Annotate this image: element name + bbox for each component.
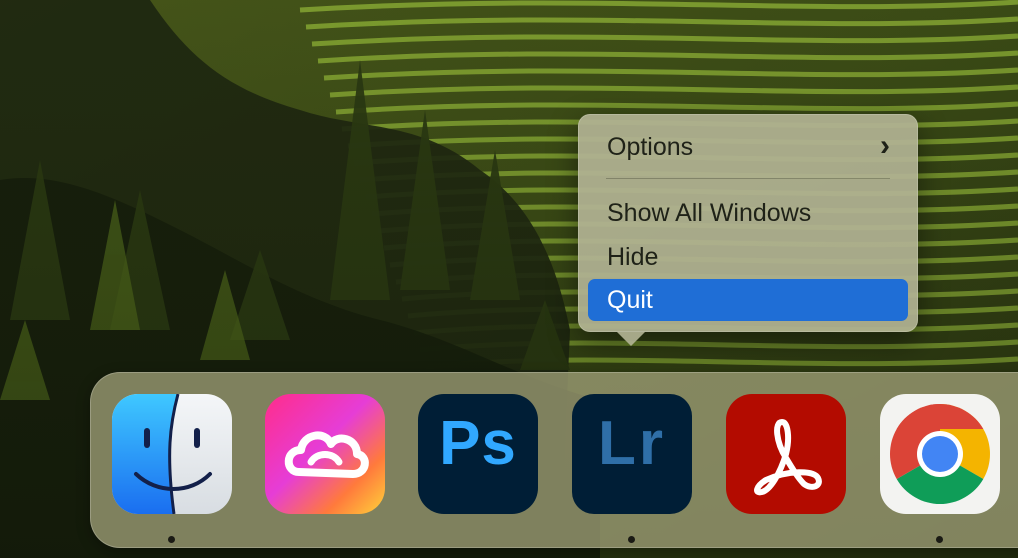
menu-item-show-all-windows[interactable]: Show All Windows (588, 192, 908, 234)
finder-icon[interactable] (112, 394, 232, 514)
running-indicator (168, 536, 175, 543)
dock-item-acrobat[interactable] (726, 394, 848, 516)
chevron-right-icon: › (880, 129, 890, 162)
photoshop-icon-text: Ps (439, 409, 517, 478)
creative-cloud-icon[interactable] (265, 394, 385, 514)
running-indicator (936, 536, 943, 543)
acrobat-icon[interactable] (726, 394, 846, 514)
dock-item-chrome[interactable] (880, 394, 1002, 516)
lightroom-icon[interactable]: Lr (572, 394, 692, 514)
menu-item-label: Quit (607, 286, 653, 314)
dock-context-menu: Options › Show All Windows Hide Quit (578, 114, 918, 346)
dock: Ps Lr (90, 372, 1018, 548)
menu-item-label: Hide (607, 243, 659, 271)
chrome-icon[interactable] (880, 394, 1000, 514)
menu-item-label: Show All Windows (607, 199, 812, 227)
menu-item-label: Options (607, 133, 694, 161)
dock-item-creative-cloud[interactable] (265, 394, 387, 516)
menu-item-quit[interactable]: Quit (588, 279, 908, 321)
dock-item-photoshop[interactable]: Ps (418, 394, 540, 516)
menu-item-hide[interactable]: Hide (588, 236, 908, 278)
photoshop-icon[interactable]: Ps (418, 394, 538, 514)
lightroom-icon-text: Lr (598, 409, 666, 478)
dock-item-finder[interactable] (112, 394, 234, 516)
menu-item-options[interactable]: Options › (588, 126, 908, 168)
menu-separator (606, 178, 890, 179)
dock-item-lightroom[interactable]: Lr (572, 394, 694, 516)
running-indicator (628, 536, 635, 543)
menu-pointer (617, 332, 645, 346)
